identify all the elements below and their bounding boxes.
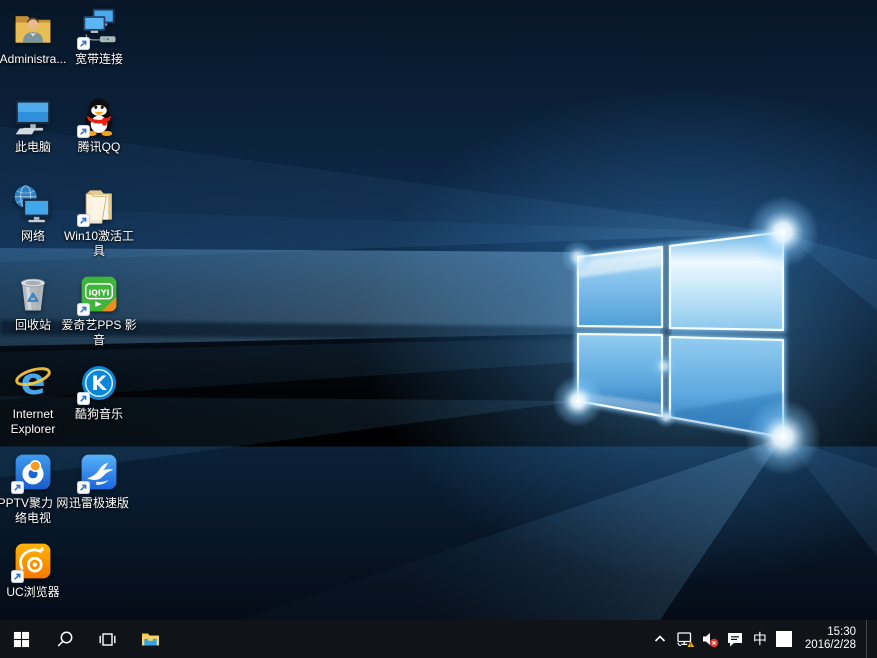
search-button[interactable]	[43, 620, 86, 658]
desktop-icon-administrator[interactable]: Administra...	[0, 6, 66, 67]
network-globe-icon	[11, 183, 55, 227]
task-view-icon	[98, 631, 117, 648]
volume-muted-button[interactable]	[698, 620, 723, 658]
desktop-icon-label: 宽带连接	[59, 52, 139, 67]
start-button[interactable]	[0, 620, 43, 658]
ime-mode-badge	[776, 631, 792, 647]
file-explorer-button[interactable]	[129, 620, 172, 658]
desktop-icon-kugou[interactable]: K 酷狗音乐	[66, 361, 132, 422]
desktop-icon-label: 腾讯QQ	[59, 140, 139, 155]
desktop-icon-label: Win10激活工具	[59, 229, 139, 259]
ime-mode-button[interactable]	[772, 620, 797, 658]
network-warning-icon	[676, 630, 695, 649]
action-center-icon	[726, 630, 744, 648]
taskbar: 中 15:30 2016/2/28	[0, 620, 877, 658]
svg-text:K: K	[92, 372, 108, 395]
ime-language-indicator[interactable]: 中	[748, 620, 772, 658]
shortcut-arrow-icon	[11, 570, 24, 583]
action-center-button[interactable]	[723, 620, 748, 658]
desktop-icon-label: 迅雷极速版	[59, 496, 139, 511]
task-view-button[interactable]	[86, 620, 129, 658]
shortcut-arrow-icon	[77, 214, 90, 227]
shortcut-arrow-icon	[77, 481, 90, 494]
volume-muted-icon	[701, 630, 719, 648]
desktop[interactable]: Administra... 此电脑	[0, 0, 877, 620]
user-folder-icon	[11, 6, 55, 50]
shortcut-arrow-icon	[11, 481, 24, 494]
show-desktop-button[interactable]	[866, 620, 873, 658]
desktop-icon-label: UC浏览器	[0, 585, 73, 600]
desktop-icon-broadband[interactable]: 宽带连接	[66, 6, 132, 67]
computer-icon	[11, 94, 55, 138]
recycle-bin-icon	[11, 272, 55, 316]
taskbar-empty-area[interactable]	[172, 620, 648, 658]
desktop-icon-recycle-bin[interactable]: 回收站	[0, 272, 66, 333]
search-icon	[56, 630, 74, 648]
desktop-icon-win10-activator[interactable]: Win10激活工具	[66, 183, 132, 259]
desktop-icon-pptv[interactable]: PPTV聚力 网络电视	[0, 450, 66, 526]
internet-explorer-icon: e	[11, 361, 55, 405]
svg-text:iQIYI: iQIYI	[89, 288, 110, 297]
clock-time: 15:30	[827, 626, 856, 640]
desktop-icon-label: 爱奇艺PPS 影音	[59, 318, 139, 348]
clock[interactable]: 15:30 2016/2/28	[797, 620, 866, 658]
desktop-icon-network[interactable]: 网络	[0, 183, 66, 244]
desktop-icon-this-pc[interactable]: 此电脑	[0, 94, 66, 155]
shortcut-arrow-icon	[77, 37, 90, 50]
desktop-icon-iqiyi[interactable]: iQIYI 爱奇艺PPS 影音	[66, 272, 132, 348]
desktop-icon-internet-explorer[interactable]: e Internet Explorer	[0, 361, 66, 437]
shortcut-arrow-icon	[77, 303, 90, 316]
windows-desktop-screen: Administra... 此电脑	[0, 0, 877, 658]
tray-chevron-button[interactable]	[648, 620, 673, 658]
shortcut-arrow-icon	[77, 125, 90, 138]
desktop-icon-xunlei[interactable]: 迅雷极速版	[66, 450, 132, 511]
system-tray: 中 15:30 2016/2/28	[648, 620, 877, 658]
file-explorer-icon	[140, 630, 161, 648]
desktop-icon-uc-browser[interactable]: UC浏览器	[0, 539, 66, 600]
windows-start-icon	[13, 631, 30, 648]
chevron-up-icon	[653, 632, 667, 646]
desktop-icon-tencent-qq[interactable]: 腾讯QQ	[66, 94, 132, 155]
shortcut-arrow-icon	[77, 392, 90, 405]
desktop-icon-label: 酷狗音乐	[59, 407, 139, 422]
clock-date: 2016/2/28	[805, 639, 856, 653]
network-status-button[interactable]	[673, 620, 698, 658]
